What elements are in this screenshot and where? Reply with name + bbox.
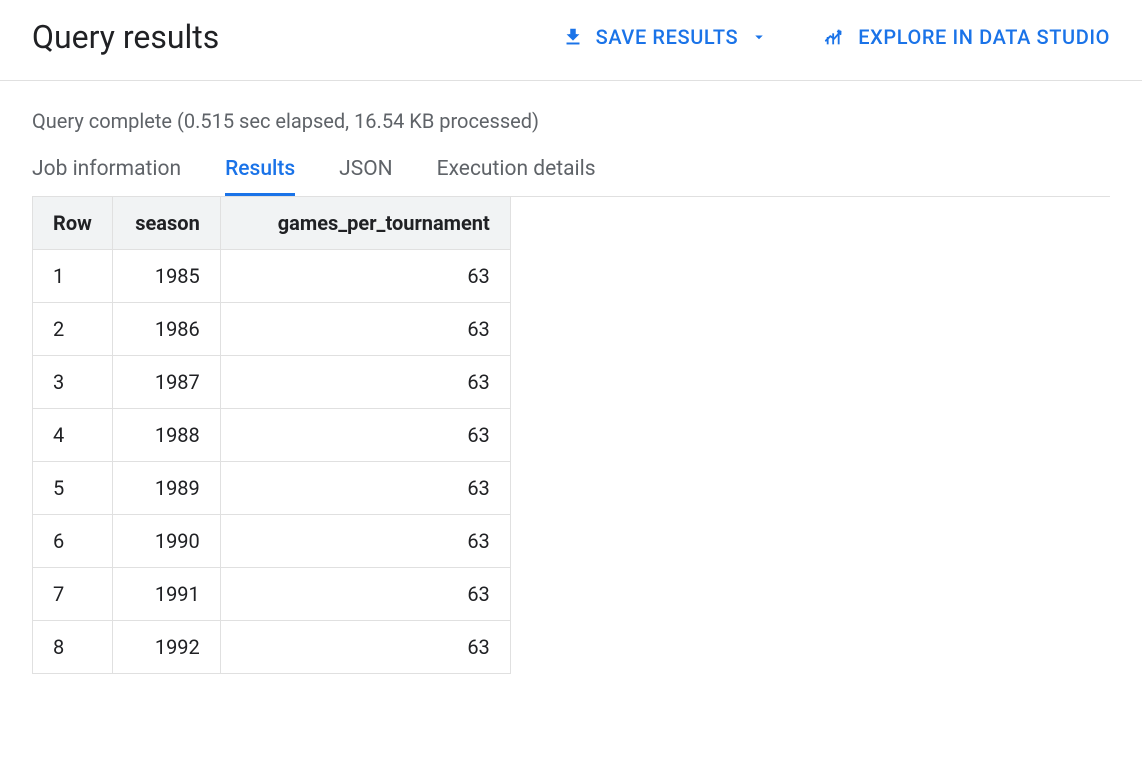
- table-row: 6199063: [33, 515, 511, 568]
- cell-games: 63: [220, 621, 510, 674]
- table-row: 4198863: [33, 409, 511, 462]
- save-results-button[interactable]: SAVE RESULTS: [562, 25, 769, 49]
- table-row: 8199263: [33, 621, 511, 674]
- cell-games: 63: [220, 250, 510, 303]
- column-header-row: Row: [33, 197, 113, 250]
- cell-season: 1992: [112, 621, 220, 674]
- cell-games: 63: [220, 303, 510, 356]
- cell-row: 5: [33, 462, 113, 515]
- cell-row: 1: [33, 250, 113, 303]
- column-header-games: games_per_tournament: [220, 197, 510, 250]
- cell-row: 2: [33, 303, 113, 356]
- results-content: Query complete (0.515 sec elapsed, 16.54…: [0, 81, 1142, 674]
- cell-row: 8: [33, 621, 113, 674]
- tab-results[interactable]: Results: [225, 157, 295, 196]
- cell-row: 3: [33, 356, 113, 409]
- tabs: Job information Results JSON Execution d…: [32, 157, 1110, 197]
- results-header: Query results SAVE RESULTS EXPLORE IN DA…: [0, 0, 1142, 81]
- table-row: 1198563: [33, 250, 511, 303]
- table-header-row: Row season games_per_tournament: [33, 197, 511, 250]
- cell-season: 1989: [112, 462, 220, 515]
- cell-games: 63: [220, 409, 510, 462]
- table-row: 2198663: [33, 303, 511, 356]
- status-text: Query complete (0.515 sec elapsed, 16.54…: [32, 109, 1110, 133]
- cell-row: 7: [33, 568, 113, 621]
- cell-row: 6: [33, 515, 113, 568]
- cell-games: 63: [220, 462, 510, 515]
- download-icon: [562, 26, 584, 48]
- tab-execution-details[interactable]: Execution details: [437, 157, 596, 196]
- cell-row: 4: [33, 409, 113, 462]
- tab-json[interactable]: JSON: [339, 157, 392, 196]
- tab-job-information[interactable]: Job information: [32, 157, 181, 196]
- cell-games: 63: [220, 568, 510, 621]
- cell-games: 63: [220, 515, 510, 568]
- save-results-label: SAVE RESULTS: [596, 25, 739, 49]
- page-title: Query results: [32, 18, 219, 56]
- cell-season: 1986: [112, 303, 220, 356]
- explore-label: EXPLORE IN DATA STUDIO: [858, 25, 1110, 49]
- cell-season: 1985: [112, 250, 220, 303]
- table-row: 3198763: [33, 356, 511, 409]
- cell-season: 1987: [112, 356, 220, 409]
- cell-season: 1991: [112, 568, 220, 621]
- caret-down-icon: [750, 28, 768, 46]
- explore-data-studio-button[interactable]: EXPLORE IN DATA STUDIO: [824, 25, 1110, 49]
- cell-games: 63: [220, 356, 510, 409]
- results-table: Row season games_per_tournament 11985632…: [32, 197, 511, 674]
- chart-icon: [824, 26, 846, 48]
- cell-season: 1988: [112, 409, 220, 462]
- table-row: 7199163: [33, 568, 511, 621]
- results-table-wrap: Row season games_per_tournament 11985632…: [32, 197, 1110, 674]
- table-row: 5198963: [33, 462, 511, 515]
- column-header-season: season: [112, 197, 220, 250]
- cell-season: 1990: [112, 515, 220, 568]
